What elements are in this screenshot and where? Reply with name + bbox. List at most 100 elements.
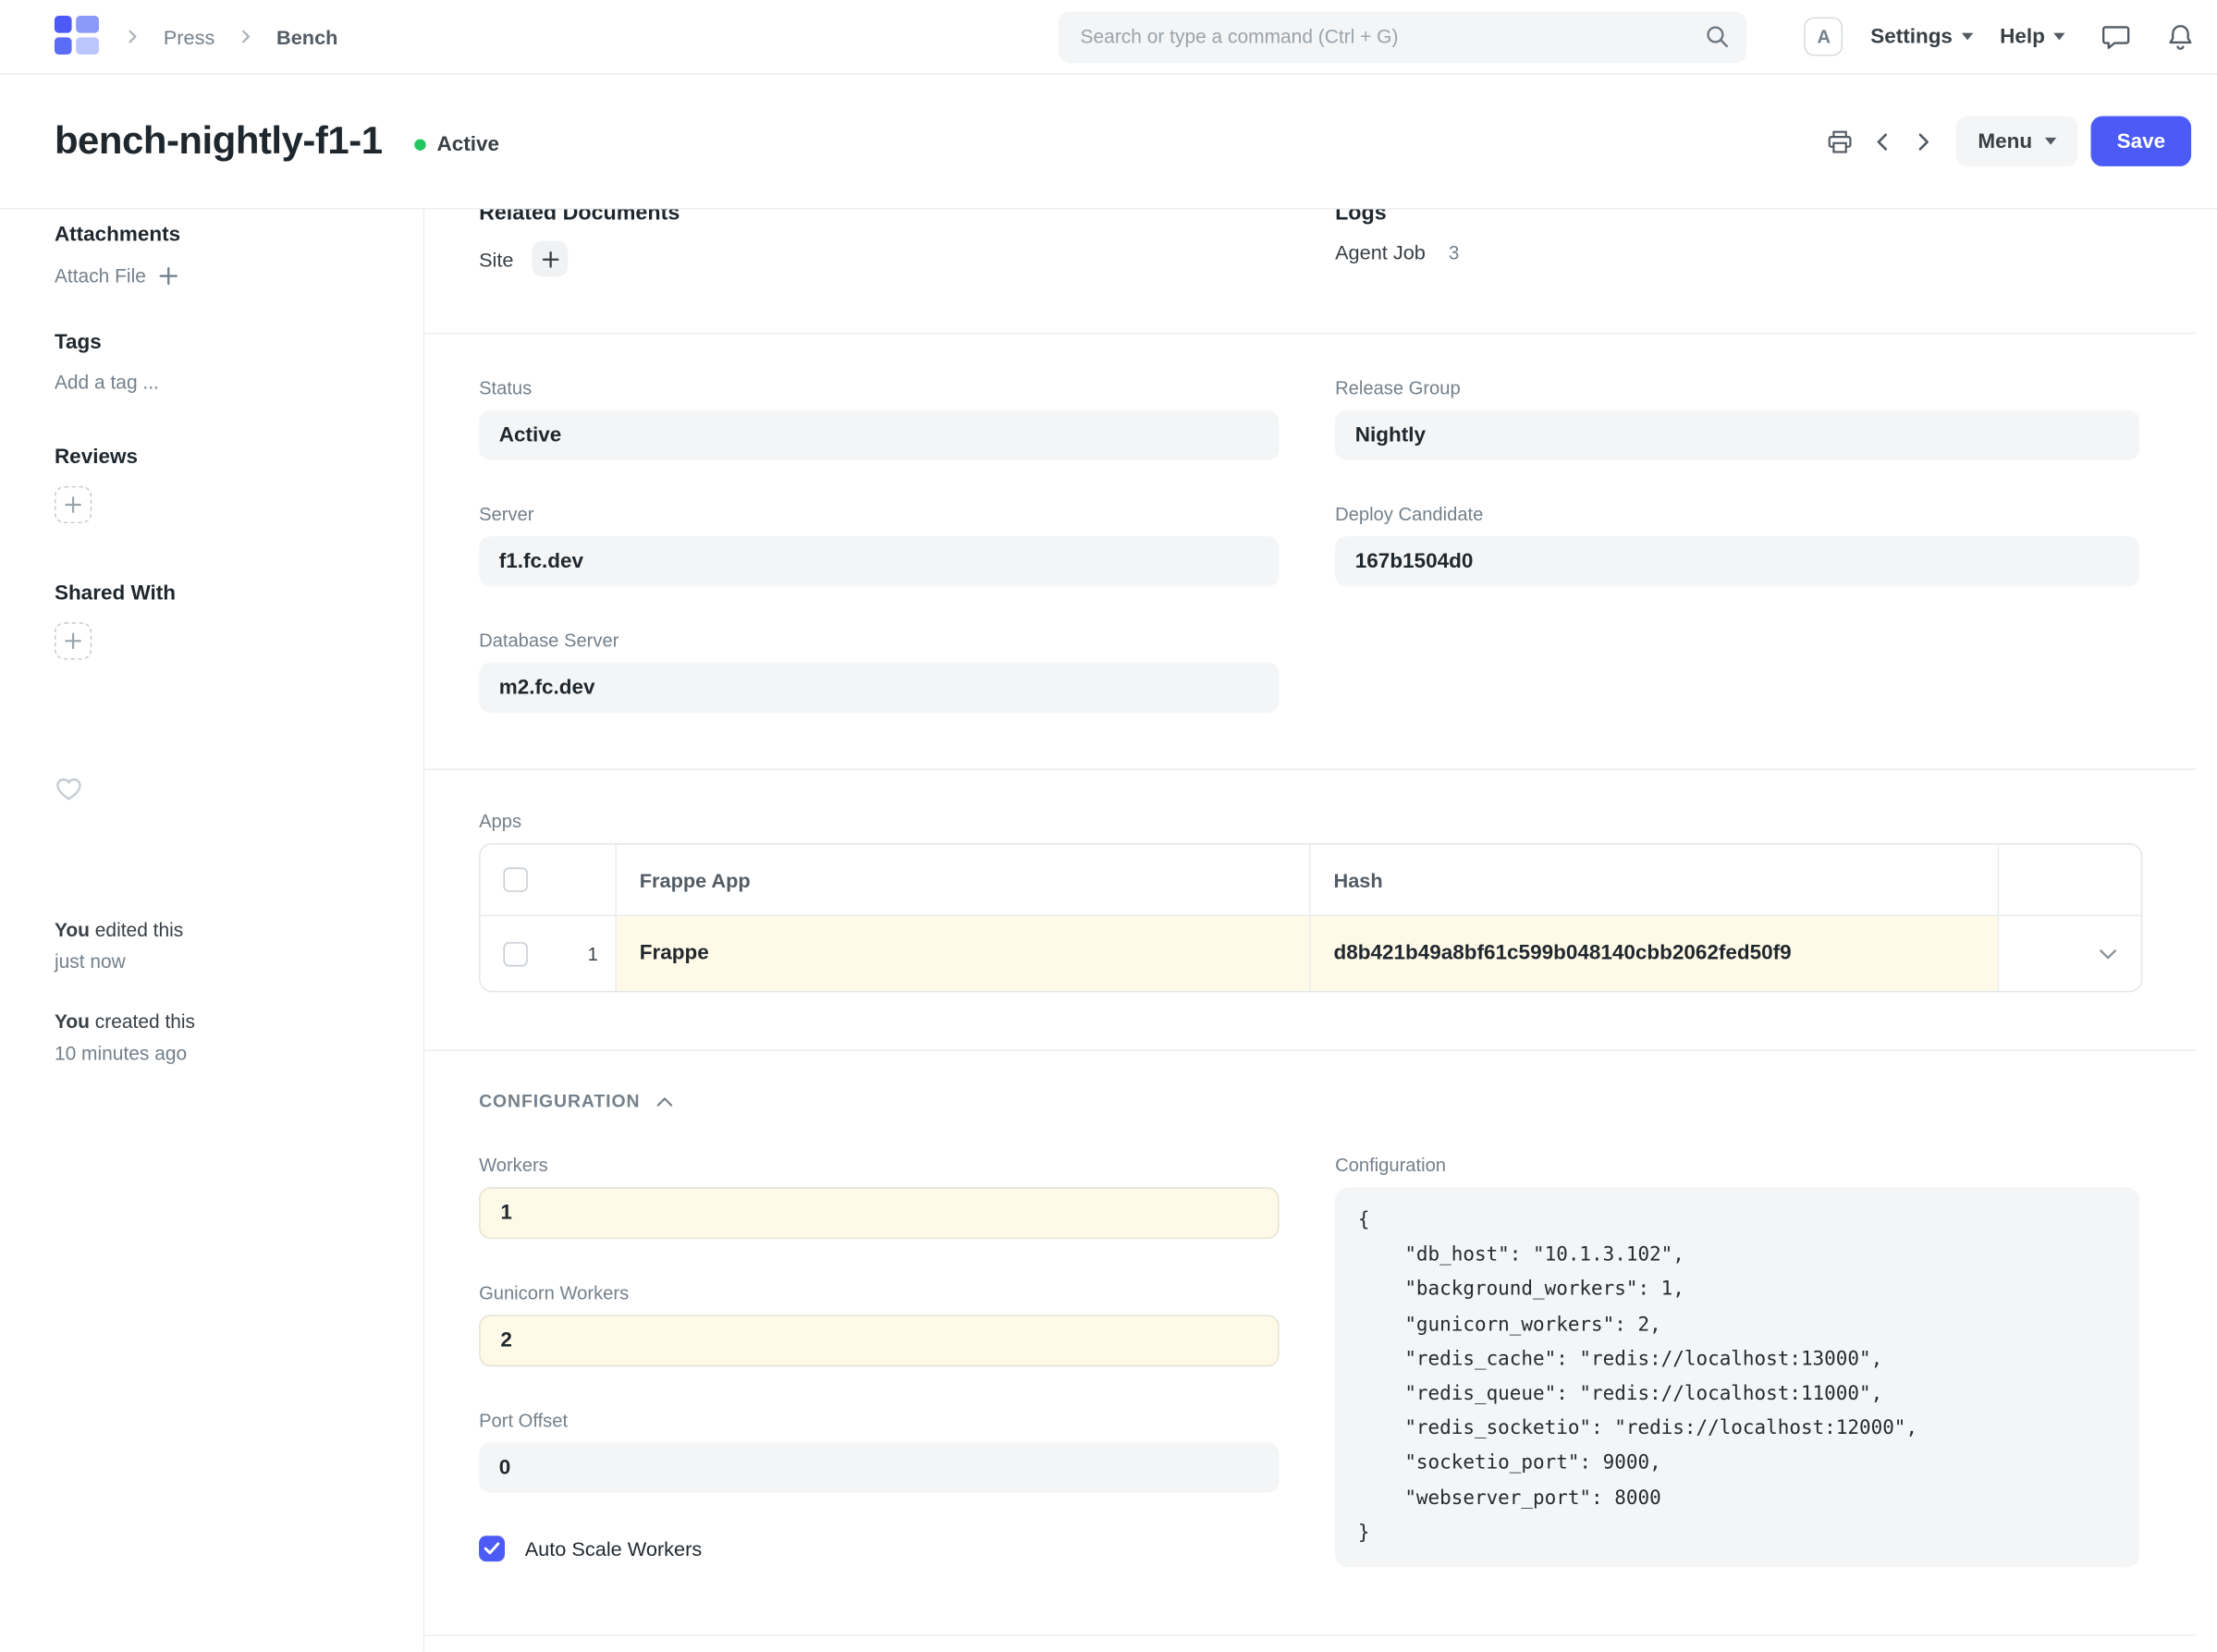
- server-field-value[interactable]: f1.fc.dev: [479, 536, 1280, 586]
- breadcrumb-press[interactable]: Press: [155, 25, 224, 48]
- plus-icon: [159, 267, 178, 286]
- configuration-json-code[interactable]: { "db_host": "10.1.3.102", "background_w…: [1335, 1187, 2139, 1567]
- chevron-up-icon: [656, 1095, 675, 1107]
- activity-actor: You: [55, 1011, 90, 1033]
- section-configuration: CONFIGURATION Workers 1 Gunicorn Workers: [424, 1051, 2196, 1636]
- header-cell-hash: Hash: [1309, 845, 1998, 915]
- menu-button-label: Menu: [1978, 129, 2032, 153]
- configuration-section-label: CONFIGURATION: [479, 1091, 640, 1111]
- field-configuration-json: Configuration { "db_host": "10.1.3.102",…: [1335, 1155, 2139, 1568]
- database-server-field-value[interactable]: m2.fc.dev: [479, 663, 1280, 713]
- site-link-label[interactable]: Site: [479, 248, 513, 271]
- chevron-right-icon: [122, 26, 143, 47]
- row-hash-cell[interactable]: d8b421b49a8bf61c599b048140cbb2062fed50f9: [1309, 916, 1998, 991]
- related-documents-heading: Related Documents: [479, 209, 1280, 225]
- field-auto-scale-workers: Auto Scale Workers: [479, 1536, 1280, 1561]
- menu-button[interactable]: Menu: [1956, 116, 2078, 166]
- port-offset-field-label: Port Offset: [479, 1410, 1280, 1431]
- header-cell-app: Frappe App: [615, 845, 1309, 915]
- feedback-chat-icon[interactable]: [2101, 22, 2131, 51]
- activity-entry: You created this 10 minutes ago: [55, 1007, 366, 1070]
- status-field-value[interactable]: Active: [479, 410, 1280, 460]
- workers-field-value[interactable]: 1: [479, 1187, 1280, 1239]
- field-port-offset: Port Offset 0: [479, 1410, 1280, 1493]
- select-all-checkbox[interactable]: [503, 867, 527, 891]
- activity-actor: You: [55, 919, 90, 940]
- field-server: Server f1.fc.dev: [479, 503, 1280, 586]
- release-group-field-label: Release Group: [1335, 377, 2139, 398]
- activity-time: just now: [55, 950, 126, 972]
- activity-action: edited this: [95, 919, 183, 940]
- search-input[interactable]: [1081, 26, 1706, 47]
- table-row: 1 Frappe d8b421b49a8bf61c599b048140cbb20…: [481, 915, 2141, 991]
- row-checkbox[interactable]: [503, 941, 527, 965]
- add-share-button[interactable]: [55, 622, 92, 659]
- activity-action: created this: [95, 1011, 195, 1033]
- row-index: 1: [588, 943, 598, 964]
- field-workers: Workers 1: [479, 1155, 1280, 1240]
- add-site-button[interactable]: [533, 241, 569, 277]
- attach-file-button[interactable]: Attach File: [55, 265, 366, 287]
- save-button[interactable]: Save: [2091, 116, 2191, 166]
- page-header: bench-nightly-f1-1 Active Menu Save: [0, 75, 2217, 210]
- header-cell-select: [481, 845, 616, 915]
- activity-entry: You edited this just now: [55, 915, 366, 978]
- settings-label: Settings: [1870, 25, 1953, 48]
- auto-scale-checkbox[interactable]: [479, 1536, 505, 1561]
- chevron-down-icon: [2045, 138, 2056, 145]
- help-label: Help: [2000, 25, 2045, 48]
- print-icon[interactable]: [1828, 128, 1854, 154]
- settings-menu[interactable]: Settings: [1870, 25, 1972, 48]
- notifications-bell-icon[interactable]: [2167, 22, 2194, 51]
- logs-heading: Logs: [1335, 209, 2139, 225]
- attach-file-label: Attach File: [55, 265, 146, 287]
- activity-time: 10 minutes ago: [55, 1043, 187, 1064]
- row-app-cell[interactable]: Frappe: [615, 916, 1309, 991]
- status-dot-icon: [414, 139, 425, 150]
- configuration-field-label: Configuration: [1335, 1155, 2139, 1176]
- apps-grid-body: 1 Frappe d8b421b49a8bf61c599b048140cbb20…: [481, 915, 2141, 991]
- chevron-right-icon: [235, 26, 256, 47]
- navbar-right-cluster: A Settings Help: [1805, 18, 2194, 56]
- section-connections: Related Documents Site Logs Agent Job: [424, 209, 2196, 334]
- section-apps: Apps Frappe App Hash: [424, 770, 2196, 1051]
- frappe-logo-icon[interactable]: [55, 16, 102, 57]
- status-indicator: Active: [414, 133, 499, 156]
- port-offset-field-value[interactable]: 0: [479, 1442, 1280, 1492]
- section-details: Status Active Server f1.fc.dev Database …: [424, 334, 2196, 770]
- breadcrumb-bench[interactable]: Bench: [268, 25, 347, 48]
- deploy-candidate-field-value[interactable]: 167b1504d0: [1335, 536, 2139, 586]
- status-field-label: Status: [479, 377, 1280, 398]
- database-server-field-label: Database Server: [479, 630, 1280, 651]
- field-release-group: Release Group Nightly: [1335, 377, 2139, 460]
- shared-with-heading: Shared With: [55, 582, 366, 606]
- apps-grid-label: Apps: [479, 810, 2196, 831]
- help-menu[interactable]: Help: [2000, 25, 2064, 48]
- form-main: Related Documents Site Logs Agent Job: [423, 209, 2217, 1651]
- gunicorn-workers-field-value[interactable]: 2: [479, 1315, 1280, 1366]
- agent-job-count-badge: 3: [1449, 241, 1460, 263]
- global-search[interactable]: [1059, 11, 1747, 63]
- deploy-candidate-field-label: Deploy Candidate: [1335, 503, 2139, 524]
- apps-grid: Frappe App Hash 1 Frappe d8b421b: [479, 843, 2142, 992]
- add-tag-button[interactable]: Add a tag ...: [55, 372, 366, 393]
- agent-job-link-label[interactable]: Agent Job: [1335, 241, 1426, 264]
- status-indicator-label: Active: [436, 133, 499, 156]
- user-avatar[interactable]: A: [1805, 18, 1843, 56]
- add-review-button[interactable]: [55, 486, 92, 523]
- gunicorn-workers-field-label: Gunicorn Workers: [479, 1282, 1280, 1303]
- page-actions: Menu Save: [1807, 116, 2191, 166]
- auto-scale-label[interactable]: Auto Scale Workers: [525, 1537, 703, 1560]
- top-navbar: Press Bench A Settings Help: [0, 0, 2217, 75]
- row-expand-cell[interactable]: [1998, 916, 2141, 991]
- form-sidebar: Attachments Attach File Tags Add a tag .…: [0, 209, 423, 1651]
- configuration-section-header[interactable]: CONFIGURATION: [479, 1091, 2196, 1111]
- next-document-icon[interactable]: [1914, 131, 1934, 152]
- attachments-heading: Attachments: [55, 224, 366, 247]
- prev-document-icon[interactable]: [1873, 131, 1893, 152]
- field-deploy-candidate: Deploy Candidate 167b1504d0: [1335, 503, 2139, 586]
- header-cell-actions: [1998, 845, 2141, 915]
- app-window: Press Bench A Settings Help: [0, 0, 2217, 1652]
- like-heart-icon[interactable]: [55, 775, 366, 809]
- release-group-field-value[interactable]: Nightly: [1335, 410, 2139, 460]
